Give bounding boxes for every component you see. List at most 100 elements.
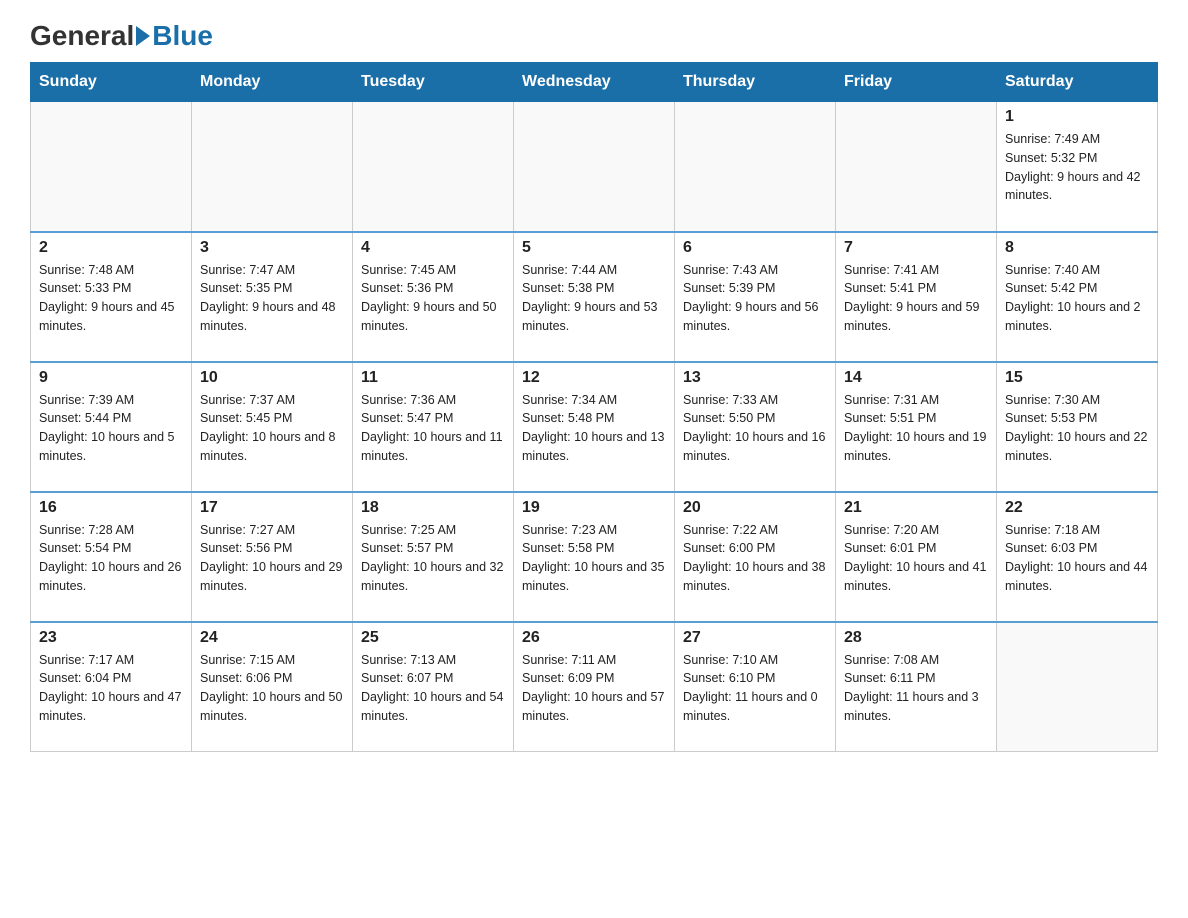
calendar-cell (997, 622, 1158, 752)
day-number: 1 (1005, 108, 1149, 126)
calendar-week-row: 9 Sunrise: 7:39 AMSunset: 5:44 PMDaylight… (31, 362, 1158, 492)
logo-arrow-icon (136, 26, 150, 46)
day-info: Sunrise: 7:39 AMSunset: 5:44 PMDaylight:… (39, 391, 183, 466)
day-info: Sunrise: 7:10 AMSunset: 6:10 PMDaylight:… (683, 651, 827, 726)
day-number: 11 (361, 369, 505, 387)
day-number: 13 (683, 369, 827, 387)
calendar-cell (836, 102, 997, 232)
day-number: 10 (200, 369, 344, 387)
calendar-cell: 17 Sunrise: 7:27 AMSunset: 5:56 PMDayligh… (192, 492, 353, 622)
calendar-cell: 4 Sunrise: 7:45 AMSunset: 5:36 PMDaylight… (353, 232, 514, 362)
calendar-cell (675, 102, 836, 232)
calendar-cell: 26 Sunrise: 7:11 AMSunset: 6:09 PMDayligh… (514, 622, 675, 752)
calendar-cell: 11 Sunrise: 7:36 AMSunset: 5:47 PMDayligh… (353, 362, 514, 492)
day-number: 17 (200, 499, 344, 517)
calendar-cell: 8 Sunrise: 7:40 AMSunset: 5:42 PMDaylight… (997, 232, 1158, 362)
calendar-cell: 5 Sunrise: 7:44 AMSunset: 5:38 PMDaylight… (514, 232, 675, 362)
calendar-cell (31, 102, 192, 232)
calendar-cell: 3 Sunrise: 7:47 AMSunset: 5:35 PMDaylight… (192, 232, 353, 362)
calendar-cell: 20 Sunrise: 7:22 AMSunset: 6:00 PMDayligh… (675, 492, 836, 622)
day-info: Sunrise: 7:11 AMSunset: 6:09 PMDaylight:… (522, 651, 666, 726)
calendar-cell: 2 Sunrise: 7:48 AMSunset: 5:33 PMDaylight… (31, 232, 192, 362)
day-info: Sunrise: 7:47 AMSunset: 5:35 PMDaylight:… (200, 261, 344, 336)
day-info: Sunrise: 7:23 AMSunset: 5:58 PMDaylight:… (522, 521, 666, 596)
day-number: 20 (683, 499, 827, 517)
day-info: Sunrise: 7:15 AMSunset: 6:06 PMDaylight:… (200, 651, 344, 726)
day-header-sunday: Sunday (31, 63, 192, 102)
day-info: Sunrise: 7:30 AMSunset: 5:53 PMDaylight:… (1005, 391, 1149, 466)
day-number: 18 (361, 499, 505, 517)
day-number: 4 (361, 239, 505, 257)
day-number: 9 (39, 369, 183, 387)
day-number: 12 (522, 369, 666, 387)
day-number: 2 (39, 239, 183, 257)
day-number: 25 (361, 629, 505, 647)
calendar-week-row: 1 Sunrise: 7:49 AMSunset: 5:32 PMDaylight… (31, 102, 1158, 232)
calendar-cell: 12 Sunrise: 7:34 AMSunset: 5:48 PMDayligh… (514, 362, 675, 492)
calendar-cell (514, 102, 675, 232)
logo: General Blue (30, 20, 213, 52)
day-number: 24 (200, 629, 344, 647)
day-info: Sunrise: 7:08 AMSunset: 6:11 PMDaylight:… (844, 651, 988, 726)
calendar-cell: 18 Sunrise: 7:25 AMSunset: 5:57 PMDayligh… (353, 492, 514, 622)
calendar-cell: 15 Sunrise: 7:30 AMSunset: 5:53 PMDayligh… (997, 362, 1158, 492)
day-info: Sunrise: 7:36 AMSunset: 5:47 PMDaylight:… (361, 391, 505, 466)
day-header-monday: Monday (192, 63, 353, 102)
day-info: Sunrise: 7:43 AMSunset: 5:39 PMDaylight:… (683, 261, 827, 336)
day-header-tuesday: Tuesday (353, 63, 514, 102)
calendar-cell: 24 Sunrise: 7:15 AMSunset: 6:06 PMDayligh… (192, 622, 353, 752)
calendar-cell: 19 Sunrise: 7:23 AMSunset: 5:58 PMDayligh… (514, 492, 675, 622)
calendar-cell: 9 Sunrise: 7:39 AMSunset: 5:44 PMDaylight… (31, 362, 192, 492)
calendar-week-row: 23 Sunrise: 7:17 AMSunset: 6:04 PMDayligh… (31, 622, 1158, 752)
calendar-cell (353, 102, 514, 232)
day-header-friday: Friday (836, 63, 997, 102)
day-number: 5 (522, 239, 666, 257)
calendar-cell: 13 Sunrise: 7:33 AMSunset: 5:50 PMDayligh… (675, 362, 836, 492)
day-info: Sunrise: 7:17 AMSunset: 6:04 PMDaylight:… (39, 651, 183, 726)
calendar-cell: 16Sunrise: 7:28 AMSunset: 5:54 PMDayligh… (31, 492, 192, 622)
calendar-cell: 14 Sunrise: 7:31 AMSunset: 5:51 PMDayligh… (836, 362, 997, 492)
calendar-cell: 23 Sunrise: 7:17 AMSunset: 6:04 PMDayligh… (31, 622, 192, 752)
calendar-cell: 27 Sunrise: 7:10 AMSunset: 6:10 PMDayligh… (675, 622, 836, 752)
day-info: Sunrise: 7:34 AMSunset: 5:48 PMDaylight:… (522, 391, 666, 466)
day-number: 14 (844, 369, 988, 387)
logo-blue-text: Blue (152, 20, 213, 52)
day-info: Sunrise: 7:20 AMSunset: 6:01 PMDaylight:… (844, 521, 988, 596)
calendar-header-row: SundayMondayTuesdayWednesdayThursdayFrid… (31, 63, 1158, 102)
day-number: 26 (522, 629, 666, 647)
day-info: Sunrise: 7:25 AMSunset: 5:57 PMDaylight:… (361, 521, 505, 596)
day-info: Sunrise: 7:13 AMSunset: 6:07 PMDaylight:… (361, 651, 505, 726)
day-info: Sunrise: 7:22 AMSunset: 6:00 PMDaylight:… (683, 521, 827, 596)
day-number: 15 (1005, 369, 1149, 387)
day-info: Sunrise: 7:45 AMSunset: 5:36 PMDaylight:… (361, 261, 505, 336)
calendar-cell: 25 Sunrise: 7:13 AMSunset: 6:07 PMDayligh… (353, 622, 514, 752)
day-header-thursday: Thursday (675, 63, 836, 102)
day-number: 3 (200, 239, 344, 257)
calendar-week-row: 2 Sunrise: 7:48 AMSunset: 5:33 PMDaylight… (31, 232, 1158, 362)
day-header-wednesday: Wednesday (514, 63, 675, 102)
calendar-cell: 21 Sunrise: 7:20 AMSunset: 6:01 PMDayligh… (836, 492, 997, 622)
day-number: 19 (522, 499, 666, 517)
calendar-cell: 6 Sunrise: 7:43 AMSunset: 5:39 PMDaylight… (675, 232, 836, 362)
day-info: Sunrise: 7:40 AMSunset: 5:42 PMDaylight:… (1005, 261, 1149, 336)
day-number: 27 (683, 629, 827, 647)
calendar-cell: 28Sunrise: 7:08 AMSunset: 6:11 PMDayligh… (836, 622, 997, 752)
day-info: Sunrise: 7:44 AMSunset: 5:38 PMDaylight:… (522, 261, 666, 336)
logo-general-text: General (30, 20, 134, 52)
day-number: 21 (844, 499, 988, 517)
day-number: 8 (1005, 239, 1149, 257)
day-info: Sunrise: 7:31 AMSunset: 5:51 PMDaylight:… (844, 391, 988, 466)
calendar-cell: 7 Sunrise: 7:41 AMSunset: 5:41 PMDaylight… (836, 232, 997, 362)
day-info: Sunrise: 7:37 AMSunset: 5:45 PMDaylight:… (200, 391, 344, 466)
calendar-week-row: 16Sunrise: 7:28 AMSunset: 5:54 PMDayligh… (31, 492, 1158, 622)
day-info: Sunrise: 7:41 AMSunset: 5:41 PMDaylight:… (844, 261, 988, 336)
day-info: Sunrise: 7:27 AMSunset: 5:56 PMDaylight:… (200, 521, 344, 596)
day-info: Sunrise: 7:48 AMSunset: 5:33 PMDaylight:… (39, 261, 183, 336)
calendar-cell: 1 Sunrise: 7:49 AMSunset: 5:32 PMDaylight… (997, 102, 1158, 232)
day-number: 7 (844, 239, 988, 257)
day-header-saturday: Saturday (997, 63, 1158, 102)
day-number: 6 (683, 239, 827, 257)
day-info: Sunrise: 7:33 AMSunset: 5:50 PMDaylight:… (683, 391, 827, 466)
day-info: Sunrise: 7:49 AMSunset: 5:32 PMDaylight:… (1005, 130, 1149, 205)
day-number: 23 (39, 629, 183, 647)
